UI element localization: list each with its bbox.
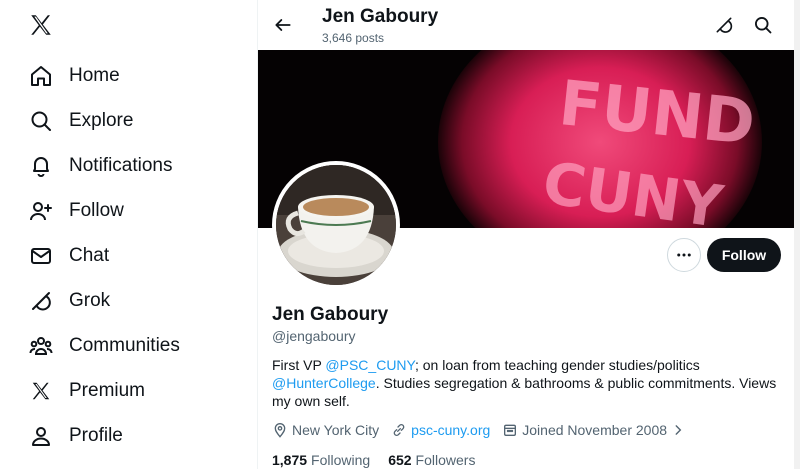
profile-meta: New York City psc-cuny.org Joined Novemb… [272,421,701,439]
profile-name: Jen Gaboury [272,304,389,325]
sidebar-item-label: Communities [69,335,180,356]
sidebar-item-label: Explore [69,110,134,131]
sidebar-item-communities[interactable]: Communities [20,324,190,368]
sidebar: Home Explore Notifications Follow Chat G… [0,0,258,469]
person-icon [28,423,54,449]
bio-text: First VP [272,357,326,373]
search-icon [755,17,772,34]
search-button[interactable] [748,10,778,40]
x-logo-icon [28,378,54,404]
sidebar-item-home[interactable]: Home [20,54,130,98]
following-count: 1,875 [272,452,308,468]
website-link[interactable]: psc-cuny.org [411,422,490,438]
sidebar-item-chat[interactable]: Chat [20,234,119,278]
followers-label: Followers [415,452,476,468]
sidebar-item-explore[interactable]: Explore [20,99,143,143]
profile-handle: @jengaboury [272,328,356,344]
location-pin-icon [274,423,286,438]
sidebar-item-label: Chat [69,245,110,266]
avatar[interactable] [272,161,400,289]
post-count: 3,646 posts [322,31,385,45]
grok-icon [716,17,733,33]
joined-text: Joined November 2008 [522,422,668,438]
following-label: Following [311,452,371,468]
mention-link[interactable]: @HunterCollege [272,375,376,391]
sidebar-item-label: Profile [69,425,123,446]
joined-date[interactable]: Joined November 2008 [502,422,689,438]
sidebar-item-notifications[interactable]: Notifications [20,144,183,188]
mention-link[interactable]: @PSC_CUNY [325,357,415,373]
link-icon [393,424,405,436]
search-icon [28,108,54,134]
following-link[interactable]: 1,875 Following [272,452,370,468]
sidebar-item-follow[interactable]: Follow [20,189,134,233]
envelope-icon [28,243,54,269]
grok-button[interactable] [709,10,739,40]
sidebar-item-label: Follow [69,200,124,221]
people-icon [28,333,54,359]
page-title: Jen Gaboury [322,6,439,27]
sidebar-item-label: Premium [69,380,146,401]
calendar-icon [504,424,517,436]
followers-count: 652 [388,452,412,468]
sidebar-item-label: Notifications [69,155,173,176]
bio-text: ; on loan from teaching gender studies/p… [414,357,700,373]
website: psc-cuny.org [391,422,490,438]
location-text: New York City [292,422,380,438]
profile-column: FUND CUNY Jen Gaboury 3,646 posts Follow… [258,0,794,469]
bell-icon [28,153,54,179]
follow-button[interactable]: Follow [707,238,781,272]
person-plus-icon [28,198,54,224]
arrow-left-icon [275,19,291,31]
home-icon [28,63,54,89]
profile-bio: First VP @PSC_CUNY; on loan from teachin… [272,356,782,410]
chevron-right-icon [675,425,682,435]
sidebar-item-profile[interactable]: Profile [20,414,133,458]
sidebar-item-label: Home [69,65,120,86]
more-horizontal-icon [677,253,691,257]
x-logo-icon[interactable] [28,12,54,38]
more-button[interactable] [667,238,701,272]
follow-stats: 1,875 Following 652 Followers [272,452,493,468]
sidebar-item-premium[interactable]: Premium [20,369,155,413]
location: New York City [272,422,379,438]
sidebar-item-grok[interactable]: Grok [20,279,120,323]
grok-icon [28,288,54,314]
scrollbar[interactable] [794,0,800,469]
sidebar-item-label: Grok [69,290,111,311]
followers-link[interactable]: 652 Followers [388,452,475,468]
profile-header: Jen Gaboury 3,646 posts [258,0,794,50]
back-button[interactable] [268,10,298,40]
